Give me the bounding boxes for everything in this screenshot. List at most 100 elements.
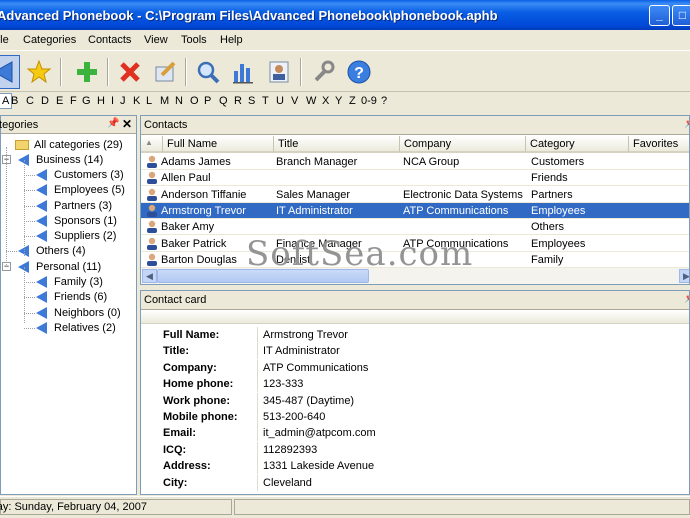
category-item-sponsors[interactable]: Sponsors (1) bbox=[36, 213, 119, 228]
delete-button[interactable] bbox=[113, 55, 147, 89]
contact-row[interactable]: Allen Paul Friends bbox=[141, 170, 689, 187]
maximize-button[interactable]: □ bbox=[672, 5, 690, 26]
letter-filter-u[interactable]: U bbox=[276, 95, 284, 107]
menu-file[interactable]: File bbox=[0, 34, 9, 46]
watermark: SoftSea.com bbox=[246, 234, 474, 274]
category-item-customers[interactable]: Customers (3) bbox=[36, 167, 126, 182]
letter-filter-?[interactable]: ? bbox=[381, 95, 387, 107]
menu-view[interactable]: View bbox=[144, 34, 168, 46]
edit-button[interactable] bbox=[148, 55, 182, 89]
letter-filter-s[interactable]: S bbox=[248, 95, 255, 107]
contact-card-button[interactable] bbox=[262, 55, 296, 89]
card-field-value: 1331 Lakeside Avenue bbox=[263, 460, 375, 473]
menu-help[interactable]: Help bbox=[220, 34, 243, 46]
letter-filter-f[interactable]: F bbox=[70, 95, 77, 107]
letter-filter-z[interactable]: Z bbox=[349, 95, 356, 107]
cell-category: Friends bbox=[531, 172, 568, 185]
contact-card-column-header bbox=[141, 310, 689, 324]
tree-connector bbox=[6, 251, 17, 252]
letter-filter-g[interactable]: G bbox=[82, 95, 91, 107]
category-item-all[interactable]: All categories (29) bbox=[15, 137, 125, 152]
letter-filter-i[interactable]: I bbox=[111, 95, 114, 107]
category-item-partners[interactable]: Partners (3) bbox=[36, 198, 114, 213]
category-item-personal[interactable]: Personal (11) bbox=[18, 259, 103, 274]
letter-filter-o[interactable]: O bbox=[190, 95, 199, 107]
contact-row[interactable]: Anderson Tiffanie Sales Manager Electronic… bbox=[141, 187, 689, 203]
statistics-button[interactable] bbox=[226, 55, 260, 89]
column-category[interactable]: Category bbox=[526, 136, 629, 153]
card-field-row: Email: it_admin@atpcom.com bbox=[141, 425, 689, 442]
category-item-business[interactable]: Business (14) bbox=[18, 152, 105, 167]
letter-filter-d[interactable]: D bbox=[41, 95, 49, 107]
settings-button[interactable] bbox=[306, 55, 340, 89]
column-full-name[interactable]: Full Name bbox=[163, 136, 274, 153]
tree-connector bbox=[24, 236, 35, 237]
delete-icon bbox=[120, 62, 140, 82]
menu-categories[interactable]: Categories bbox=[23, 34, 76, 46]
title-bar: Advanced Phonebook - C:\Program Files\Ad… bbox=[0, 0, 690, 30]
category-icon bbox=[36, 306, 47, 319]
minimize-button[interactable]: _ bbox=[649, 5, 670, 26]
letter-filter-e[interactable]: E bbox=[56, 95, 63, 107]
letter-filter-p[interactable]: P bbox=[204, 95, 211, 107]
category-item-employees[interactable]: Employees (5) bbox=[36, 182, 127, 197]
letter-filter-j[interactable]: J bbox=[120, 95, 126, 107]
card-field-value: 112892393 bbox=[263, 443, 318, 456]
scroll-left-arrow-icon[interactable]: ◀ bbox=[142, 269, 157, 283]
letter-filter-l[interactable]: L bbox=[146, 95, 152, 107]
category-item-suppliers[interactable]: Suppliers (2) bbox=[36, 228, 118, 243]
column-company[interactable]: Company bbox=[400, 136, 526, 153]
contact-row[interactable]: Armstrong Trevor IT Administrator ATP Comm… bbox=[141, 202, 689, 219]
svg-text:?: ? bbox=[354, 65, 364, 82]
categories-panel-title: Categories bbox=[0, 119, 39, 131]
letter-filter-b[interactable]: B bbox=[11, 95, 18, 107]
contact-row[interactable]: Baker Amy Others bbox=[141, 219, 689, 236]
toolbar: ? bbox=[0, 50, 690, 92]
category-item-others[interactable]: Others (4) bbox=[18, 243, 88, 258]
letter-filter-w[interactable]: W bbox=[306, 95, 316, 107]
favorites-button[interactable] bbox=[22, 55, 56, 89]
category-label: Others (4) bbox=[36, 244, 86, 257]
help-button[interactable]: ? bbox=[342, 55, 376, 89]
category-label: Sponsors (1) bbox=[54, 214, 117, 227]
close-panel-button[interactable]: ✕ bbox=[122, 117, 132, 131]
letter-filter-0-9[interactable]: 0-9 bbox=[361, 95, 377, 107]
pin-icon[interactable]: 📌 bbox=[107, 118, 119, 129]
cell-name: Anderson Tiffanie bbox=[161, 188, 247, 201]
scroll-right-arrow-icon[interactable]: ▶ bbox=[679, 269, 689, 283]
letter-filter-k[interactable]: K bbox=[133, 95, 140, 107]
letter-filter-q[interactable]: Q bbox=[219, 95, 228, 107]
category-item-friends[interactable]: Friends (6) bbox=[36, 289, 109, 304]
category-item-neighbors[interactable]: Neighbors (0) bbox=[36, 305, 123, 320]
back-button[interactable] bbox=[0, 55, 20, 89]
sort-indicator[interactable]: ▲ bbox=[141, 136, 163, 153]
category-label: Friends (6) bbox=[54, 290, 108, 303]
contact-row[interactable]: Adams James Branch Manager NCA Group Custom… bbox=[141, 154, 689, 170]
category-icon bbox=[36, 290, 47, 303]
pin-icon[interactable]: 📌 bbox=[684, 118, 689, 129]
add-contact-button[interactable] bbox=[70, 55, 104, 89]
search-button[interactable] bbox=[191, 55, 225, 89]
card-field-value: 513-200-640 bbox=[263, 411, 326, 423]
category-item-relatives[interactable]: Relatives (2) bbox=[36, 320, 118, 335]
column-title[interactable]: Title bbox=[274, 136, 400, 153]
contact-person-icon bbox=[147, 220, 157, 234]
category-item-family[interactable]: Family (3) bbox=[36, 274, 105, 289]
letter-filter-r[interactable]: R bbox=[234, 95, 242, 107]
letter-filter-c[interactable]: C bbox=[26, 95, 34, 107]
menu-tools[interactable]: Tools bbox=[181, 34, 207, 46]
letter-filter-v[interactable]: V bbox=[291, 95, 298, 107]
contacts-grid-header: ▲ Full Name Title Company Category Favor… bbox=[141, 136, 689, 153]
card-field-label: Home phone: bbox=[163, 378, 234, 391]
column-favorites[interactable]: Favorites bbox=[629, 136, 689, 153]
letter-filter-t[interactable]: T bbox=[262, 95, 269, 107]
letter-filter-x[interactable]: X bbox=[322, 95, 329, 107]
back-icon bbox=[0, 61, 13, 83]
letter-filter-y[interactable]: Y bbox=[335, 95, 342, 107]
letter-filter-h[interactable]: H bbox=[97, 95, 105, 107]
letter-filter-m[interactable]: M bbox=[160, 95, 169, 107]
menu-contacts[interactable]: Contacts bbox=[88, 34, 131, 46]
letter-filter-n[interactable]: N bbox=[175, 95, 183, 107]
tree-connector bbox=[24, 175, 35, 176]
pin-icon[interactable]: 📌 bbox=[684, 293, 689, 304]
